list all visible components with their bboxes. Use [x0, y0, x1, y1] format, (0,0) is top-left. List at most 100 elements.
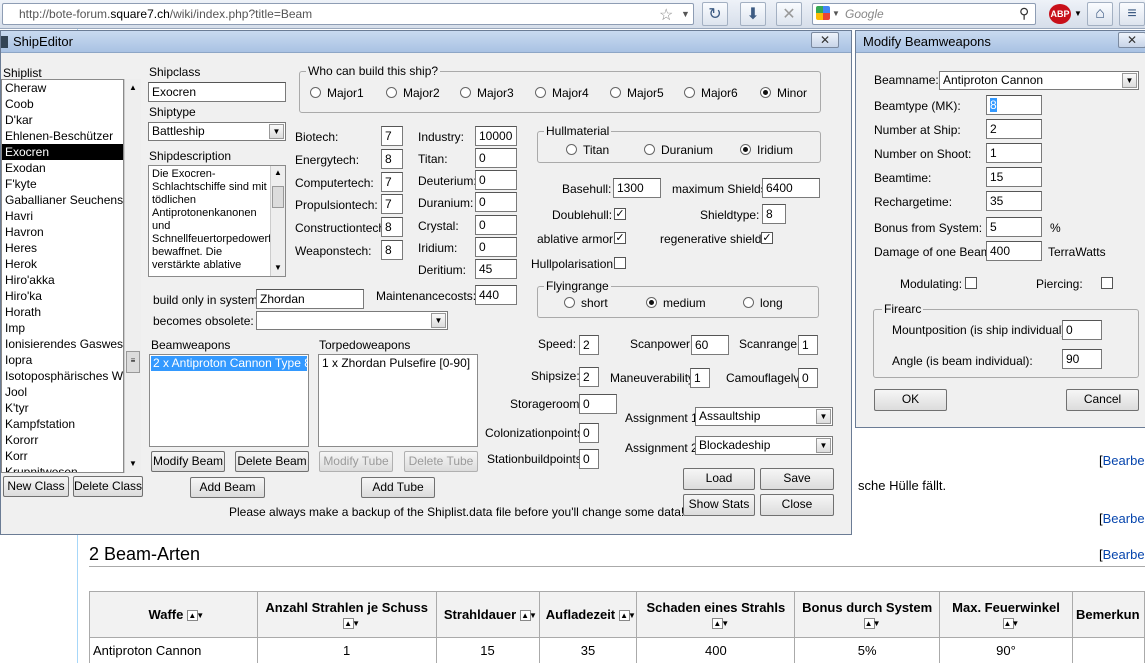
star-icon[interactable]: ☆ — [659, 5, 673, 25]
list-item[interactable]: Isotoposphärisches Wese — [2, 368, 123, 384]
basehull-input[interactable]: 1300 — [613, 178, 661, 198]
station-input[interactable]: 0 — [579, 449, 599, 469]
hullpol-checkbox[interactable] — [614, 257, 626, 269]
sort-icon[interactable]: ▲▼ — [619, 610, 636, 622]
modify-beam-button[interactable]: Modify Beam — [151, 451, 225, 472]
new-class-button[interactable]: New Class — [3, 476, 69, 497]
shipsize-input[interactable]: 2 — [579, 367, 599, 387]
hullmaterial-radio[interactable] — [566, 144, 577, 155]
sort-icon[interactable]: ▲▼ — [187, 610, 204, 622]
beam-field-input[interactable]: 2 — [986, 119, 1042, 139]
sort-icon[interactable]: ▲▼ — [1002, 617, 1019, 629]
list-item[interactable]: Herok — [2, 256, 123, 272]
scroll-thumb[interactable]: ≡ — [126, 351, 140, 373]
table-header[interactable]: Bemerkun — [1071, 591, 1145, 638]
flyingrange-radio[interactable] — [743, 297, 754, 308]
engine-dropdown-icon[interactable]: ▼ — [832, 9, 840, 18]
cancel-button[interactable]: Cancel — [1066, 389, 1139, 411]
scroll-up-icon[interactable]: ▲ — [129, 83, 137, 92]
resource-input[interactable]: 0 — [475, 148, 517, 168]
adblock-dropdown-icon[interactable]: ▼ — [1074, 9, 1082, 18]
list-item[interactable]: F'kyte — [2, 176, 123, 192]
scanrange-input[interactable]: 1 — [798, 335, 818, 355]
beam-field-input[interactable]: 5 — [986, 217, 1042, 237]
shiplist[interactable]: Cheraw Coob D'kar Ehlenen-Beschützer Exocren… — [1, 79, 124, 473]
builder-radio[interactable] — [310, 87, 321, 98]
home-icon[interactable]: ⌂ — [1087, 2, 1113, 26]
builder-radio[interactable] — [535, 87, 546, 98]
history-dropdown-icon[interactable]: ▼ — [681, 9, 690, 19]
list-item[interactable]: Ehlenen-Beschützer — [2, 128, 123, 144]
list-item[interactable]: Coob — [2, 96, 123, 112]
resource-input[interactable]: 10000 — [475, 126, 517, 146]
tech-input[interactable]: 8 — [381, 149, 403, 169]
list-item[interactable]: Exodan — [2, 160, 123, 176]
camo-input[interactable]: 0 — [798, 368, 818, 388]
obsolete-select[interactable]: ▼ — [256, 311, 448, 330]
beam-field-input[interactable]: 35 — [986, 191, 1042, 211]
torpedoweapon-item[interactable]: 1 x Zhordan Pulsefire [0-90] — [320, 356, 476, 371]
add-beam-button[interactable]: Add Beam — [190, 477, 265, 498]
resource-input[interactable]: 45 — [475, 259, 517, 279]
menu-icon[interactable]: ≡ — [1119, 2, 1145, 26]
sort-icon[interactable]: ▲▼ — [863, 617, 881, 629]
shiplist-scrollbar[interactable]: ▲ ≡ ▼ — [124, 79, 141, 473]
list-item[interactable]: Havron — [2, 224, 123, 240]
delete-class-button[interactable]: Delete Class — [73, 476, 143, 497]
beam-field-input[interactable]: 400 — [986, 241, 1042, 261]
edit-link-1[interactable]: [Bearbe — [1099, 453, 1145, 468]
list-item[interactable]: K'tyr — [2, 400, 123, 416]
table-header[interactable]: Waffe ▲▼ — [89, 591, 258, 638]
resource-input[interactable]: 0 — [475, 192, 517, 212]
tech-input[interactable]: 8 — [381, 240, 403, 260]
shipdescription-textarea[interactable]: Die Exocren-Schlachtschiffe sind mit töd… — [148, 165, 286, 277]
url-bar[interactable]: http://bote-forum.square7.ch/wiki/index.… — [2, 3, 694, 25]
description-scrollbar[interactable]: ▲ ▼ — [270, 166, 285, 276]
beam-field-input[interactable]: 1 — [986, 143, 1042, 163]
close-icon[interactable]: ✕ — [811, 32, 839, 48]
modify-tube-button[interactable]: Modify Tube — [319, 451, 393, 472]
builder-radio[interactable] — [684, 87, 695, 98]
list-item[interactable]: Heres — [2, 240, 123, 256]
assign1-select[interactable]: Assaultship ▼ — [695, 407, 833, 426]
beamweapons-list[interactable]: 2 x Antiproton Cannon Type 8 [0- — [149, 354, 309, 447]
tech-input[interactable]: 7 — [381, 172, 403, 192]
maintenance-input[interactable]: 440 — [475, 285, 517, 305]
delete-tube-button[interactable]: Delete Tube — [404, 451, 478, 472]
tech-input[interactable]: 8 — [381, 217, 403, 237]
builder-radio[interactable] — [386, 87, 397, 98]
maxshields-input[interactable]: 6400 — [762, 178, 820, 198]
search-icon[interactable]: ⚲ — [1019, 5, 1029, 22]
shiptype-select[interactable]: Battleship ▼ — [148, 122, 286, 141]
ok-button[interactable]: OK — [874, 389, 947, 411]
download-icon[interactable]: ⬇ — [740, 2, 766, 26]
beam-field-input[interactable]: 8 — [986, 95, 1042, 115]
modulating-checkbox[interactable] — [965, 277, 977, 289]
builder-radio[interactable] — [610, 87, 621, 98]
doublehull-checkbox[interactable]: ✓ — [614, 208, 626, 220]
adblock-icon[interactable]: ABP — [1049, 4, 1071, 24]
list-item[interactable]: Exocren — [2, 144, 123, 160]
resource-input[interactable]: 0 — [475, 215, 517, 235]
list-item[interactable]: D'kar — [2, 112, 123, 128]
sort-icon[interactable]: ▲▼ — [712, 617, 729, 629]
speed-input[interactable]: 2 — [579, 335, 599, 355]
table-header[interactable]: Strahldauer ▲▼ — [435, 591, 540, 638]
list-item[interactable]: Korr — [2, 448, 123, 464]
load-button[interactable]: Load — [683, 468, 755, 490]
search-input[interactable]: ▼ Google ⚲ — [812, 3, 1036, 25]
scroll-down-icon[interactable]: ▼ — [129, 459, 137, 468]
list-item[interactable]: Cheraw — [2, 80, 123, 96]
list-item[interactable]: Iopra — [2, 352, 123, 368]
ablative-checkbox[interactable]: ✓ — [614, 232, 626, 244]
table-header[interactable]: Aufladezeit ▲▼ — [538, 591, 638, 638]
list-item[interactable]: Hiro'akka — [2, 272, 123, 288]
scanpower-input[interactable]: 60 — [691, 335, 729, 355]
beamname-select[interactable]: Antiproton Cannon ▼ — [939, 71, 1139, 90]
list-item[interactable]: Krupnitwesen — [2, 464, 123, 472]
close-button[interactable]: Close — [760, 494, 834, 516]
show-stats-button[interactable]: Show Stats — [683, 494, 755, 516]
table-header[interactable]: Bonus durch System ▲▼ — [794, 591, 941, 638]
build-only-input[interactable]: Zhordan — [256, 289, 364, 309]
flyingrange-radio[interactable] — [564, 297, 575, 308]
